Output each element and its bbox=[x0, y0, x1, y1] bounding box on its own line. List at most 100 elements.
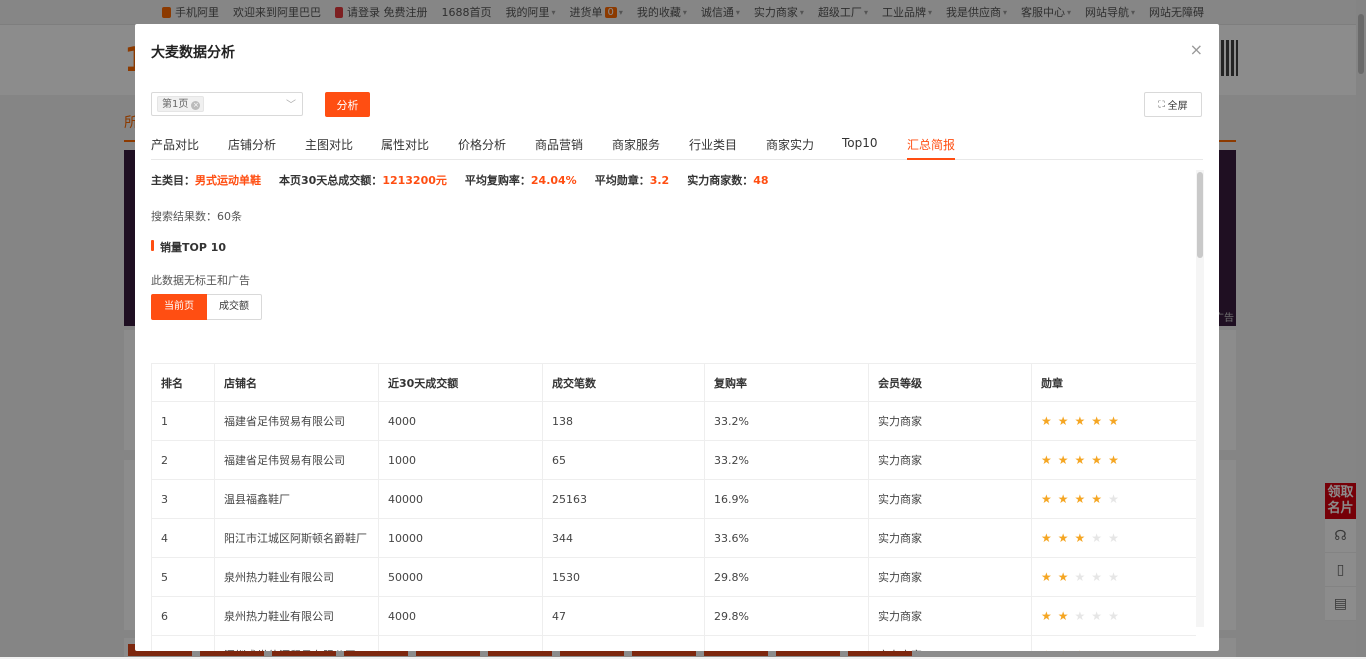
star-filled-icon: ★ bbox=[1074, 531, 1086, 545]
star-filled-icon: ★ bbox=[1074, 414, 1086, 428]
repurchase-cell: 29.8% bbox=[704, 596, 869, 636]
star-filled-icon: ★ bbox=[1057, 609, 1069, 623]
tab-price-analysis[interactable]: 价格分析 bbox=[458, 136, 506, 158]
avg-repurchase: 平均复购率：24.04% bbox=[464, 174, 577, 187]
repurchase-cell: 33.6% bbox=[704, 518, 869, 558]
col-level[interactable]: 会员等级 bbox=[868, 363, 1032, 402]
star-filled-icon: ★ bbox=[1041, 609, 1052, 623]
table-row[interactable]: 6 泉州热力鞋业有限公司 4000 47 29.8% 实力商家 ★ ★ ★ ★ ★ bbox=[151, 596, 1196, 636]
fullscreen-icon: ⛶ bbox=[1158, 99, 1165, 110]
medal-cell: ★ ★ ★ ★ ★ bbox=[1031, 479, 1196, 519]
tab-product-compare[interactable]: 产品对比 bbox=[151, 136, 199, 158]
medal-cell: ★ ★ ★ ★ ★ bbox=[1031, 401, 1196, 441]
rank-cell: 7 bbox=[151, 635, 215, 651]
analysis-tabs: 产品对比 店铺分析 主图对比 属性对比 价格分析 商品营销 商家服务 行业类目 … bbox=[151, 136, 1203, 160]
tab-shop-analysis[interactable]: 店铺分析 bbox=[228, 136, 276, 158]
tab-attribute-compare[interactable]: 属性对比 bbox=[381, 136, 429, 158]
col-rank[interactable]: 排名 bbox=[151, 363, 215, 402]
analyze-button[interactable]: 分析 bbox=[325, 92, 370, 117]
tab-merchant-strength[interactable]: 商家实力 bbox=[766, 136, 814, 158]
table-header-row: 排名 店铺名 近30天成交额 成交笔数 复购率 会员等级 勋章 bbox=[151, 363, 1196, 402]
table-row[interactable]: 2 福建省足伟贸易有限公司 1000 65 33.2% 实力商家 ★ ★ ★ ★ ★ bbox=[151, 440, 1196, 480]
col-amount[interactable]: 近30天成交额 bbox=[378, 363, 543, 402]
amount-cell: 50000 bbox=[378, 557, 543, 597]
star-empty-icon: ★ bbox=[1091, 648, 1102, 651]
table-row[interactable]: 3 温县福鑫鞋厂 40000 25163 16.9% 实力商家 ★ ★ ★ ★ ★ bbox=[151, 479, 1196, 519]
tab-summary-report[interactable]: 汇总简报 bbox=[907, 136, 956, 160]
amount-cell: 10000 bbox=[378, 518, 543, 558]
star-filled-icon: ★ bbox=[1041, 453, 1052, 467]
star-empty-icon: ★ bbox=[1108, 648, 1119, 651]
summary-content: 主类目：男式运动单鞋 本页30天总成交额：1213200元 平均复购率：24.0… bbox=[151, 170, 1196, 651]
fullscreen-button[interactable]: ⛶ 全屏 bbox=[1144, 92, 1202, 117]
shop-name-cell[interactable]: 泉州热力鞋业有限公司 bbox=[214, 596, 379, 636]
tab-main-image-compare[interactable]: 主图对比 bbox=[305, 136, 353, 158]
star-filled-icon: ★ bbox=[1041, 492, 1052, 506]
content-scrollbar[interactable] bbox=[1196, 170, 1204, 627]
star-empty-icon: ★ bbox=[1108, 570, 1119, 584]
star-filled-icon: ★ bbox=[1041, 414, 1052, 428]
toggle-current-page[interactable]: 当前页 bbox=[151, 294, 207, 320]
star-filled-icon: ★ bbox=[1091, 414, 1103, 428]
table-row[interactable]: 4 阳江市江城区阿斯顿名爵鞋厂 10000 344 33.6% 实力商家 ★ ★ ★ ★ ★ bbox=[151, 518, 1196, 558]
rank-cell: 1 bbox=[151, 401, 215, 441]
repurchase-cell: 15.8% bbox=[704, 635, 869, 651]
close-icon[interactable]: × bbox=[1190, 40, 1203, 59]
star-empty-icon: ★ bbox=[1108, 531, 1119, 545]
medal-cell: ★ ★ ★ ★ ★ bbox=[1031, 557, 1196, 597]
tab-merchant-service[interactable]: 商家服务 bbox=[612, 136, 660, 158]
orders-cell: 344 bbox=[542, 518, 705, 558]
orders-cell: 25163 bbox=[542, 479, 705, 519]
shop-name-cell[interactable]: 深圳盛世佳源贸易有限公司 bbox=[214, 635, 379, 651]
col-repurchase[interactable]: 复购率 bbox=[704, 363, 869, 402]
repurchase-cell: 33.2% bbox=[704, 401, 869, 441]
level-cell: 实力商家 bbox=[868, 518, 1032, 558]
repurchase-cell: 16.9% bbox=[704, 479, 869, 519]
table-row[interactable]: 5 泉州热力鞋业有限公司 50000 1530 29.8% 实力商家 ★ ★ ★ ★ ★ bbox=[151, 557, 1196, 597]
content-scrollbar-thumb[interactable] bbox=[1197, 172, 1203, 258]
tab-product-marketing[interactable]: 商品营销 bbox=[535, 136, 583, 158]
section-title: 销量TOP 10 bbox=[151, 239, 226, 255]
sort-toggle: 当前页 成交额 bbox=[151, 294, 262, 320]
level-cell: 实力商家 bbox=[868, 635, 1032, 651]
star-filled-icon: ★ bbox=[1075, 648, 1086, 651]
star-filled-icon: ★ bbox=[1057, 453, 1069, 467]
col-orders[interactable]: 成交笔数 bbox=[542, 363, 705, 402]
star-empty-icon: ★ bbox=[1108, 609, 1119, 623]
star-filled-icon: ★ bbox=[1057, 414, 1069, 428]
col-shop[interactable]: 店铺名 bbox=[214, 363, 379, 402]
page-select[interactable]: 第1页 × ﹀ bbox=[151, 92, 303, 116]
tab-industry-category[interactable]: 行业类目 bbox=[689, 136, 737, 158]
star-empty-icon: ★ bbox=[1074, 609, 1086, 623]
amount-cell: 3000 bbox=[378, 635, 543, 651]
amount-cell: 1000 bbox=[378, 440, 543, 480]
tag-remove-icon[interactable]: × bbox=[191, 101, 201, 110]
level-cell: 实力商家 bbox=[868, 440, 1032, 480]
page-tag: 第1页 × bbox=[157, 96, 205, 112]
total-amount: 本页30天总成交额：1213200元 bbox=[279, 174, 447, 187]
toggle-amount[interactable]: 成交额 bbox=[207, 294, 262, 320]
table-row[interactable]: 1 福建省足伟贸易有限公司 4000 138 33.2% 实力商家 ★ ★ ★ ★ ★ bbox=[151, 401, 1196, 441]
medal-cell: ★ ★ ★ ★ ★ bbox=[1031, 596, 1196, 636]
shop-name-cell[interactable]: 阳江市江城区阿斯顿名爵鞋厂 bbox=[214, 518, 379, 558]
shop-name-cell[interactable]: 温县福鑫鞋厂 bbox=[214, 479, 379, 519]
rank-cell: 2 bbox=[151, 440, 215, 480]
level-cell: 实力商家 bbox=[868, 401, 1032, 441]
star-filled-icon: ★ bbox=[1057, 531, 1069, 545]
table-row[interactable]: 7深圳盛世佳源贸易有限公司300010115.8%实力商家 ★ ★ ★ ★ ★ bbox=[151, 635, 1196, 651]
avg-medal: 平均勋章：3.2 bbox=[594, 174, 670, 187]
shop-name-cell[interactable]: 福建省足伟贸易有限公司 bbox=[214, 401, 379, 441]
orders-cell: 65 bbox=[542, 440, 705, 480]
star-empty-icon: ★ bbox=[1108, 492, 1119, 506]
tab-top10[interactable]: Top10 bbox=[842, 136, 878, 155]
data-analysis-modal: 大麦数据分析 × 第1页 × ﹀ 分析 ⛶ 全屏 产品对比 店铺分析 主图对比 属… bbox=[135, 24, 1219, 651]
rank-cell: 5 bbox=[151, 557, 215, 597]
star-filled-icon: ★ bbox=[1057, 492, 1069, 506]
star-filled-icon: ★ bbox=[1058, 648, 1069, 651]
col-medal[interactable]: 勋章 bbox=[1031, 363, 1196, 402]
star-filled-icon: ★ bbox=[1041, 570, 1052, 584]
star-empty-icon: ★ bbox=[1091, 570, 1103, 584]
star-empty-icon: ★ bbox=[1091, 531, 1103, 545]
shop-name-cell[interactable]: 泉州热力鞋业有限公司 bbox=[214, 557, 379, 597]
shop-name-cell[interactable]: 福建省足伟贸易有限公司 bbox=[214, 440, 379, 480]
